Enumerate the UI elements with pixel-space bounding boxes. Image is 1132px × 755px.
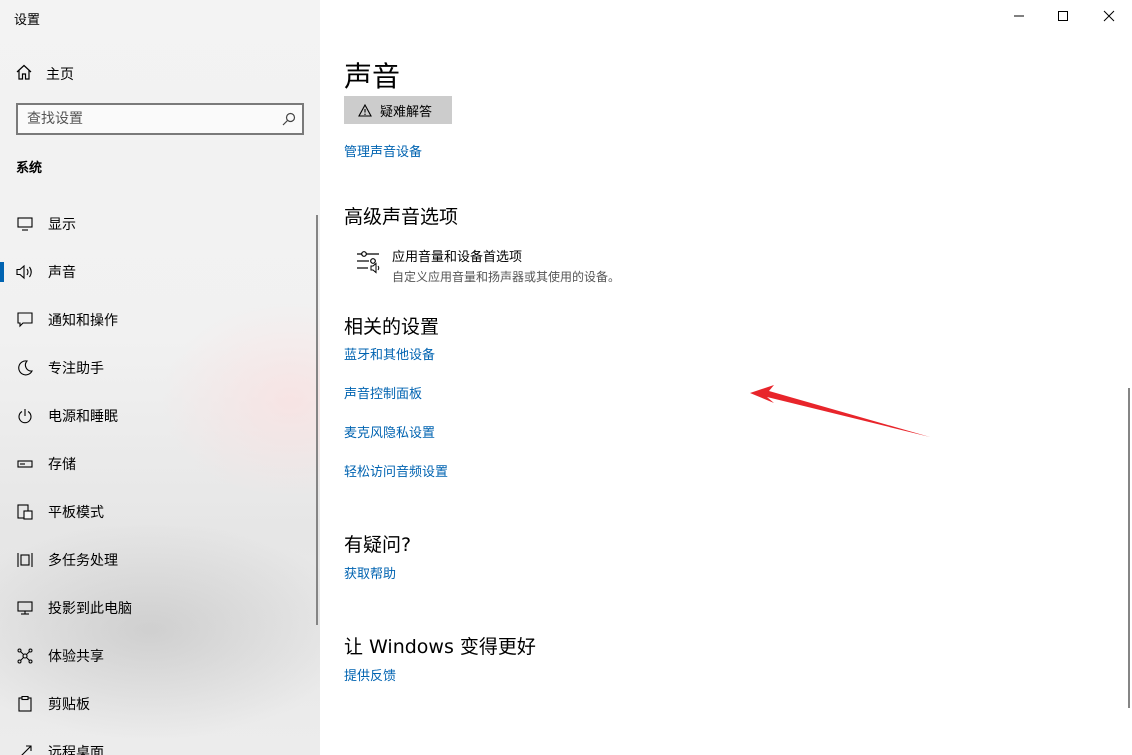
storage-icon — [16, 455, 34, 473]
sidebar: 设置 主页 系统 显示 声音 通知和操作 专注助手 电源和睡眠 存储 平板 — [0, 0, 320, 755]
sidebar-item-project[interactable]: 投影到此电脑 — [0, 584, 320, 632]
tablet-icon — [16, 503, 34, 521]
multitask-icon — [16, 551, 34, 569]
feedback-link[interactable]: 提供反馈 — [344, 665, 396, 684]
clipboard-icon — [16, 695, 34, 713]
sidebar-item-label: 电源和睡眠 — [48, 409, 118, 425]
moon-icon — [16, 359, 34, 377]
project-icon — [16, 599, 34, 617]
speaker-icon — [16, 263, 34, 281]
get-help-link[interactable]: 获取帮助 — [344, 563, 396, 582]
sidebar-item-label: 远程桌面 — [48, 745, 104, 755]
questions-heading: 有疑问? — [344, 534, 412, 556]
annotation-arrow — [750, 385, 930, 437]
close-icon — [1103, 10, 1115, 22]
related-settings-heading: 相关的设置 — [344, 316, 440, 338]
share-icon — [16, 647, 34, 665]
sidebar-item-label: 平板模式 — [48, 505, 104, 521]
ease-of-access-audio-link[interactable]: 轻松访问音频设置 — [344, 461, 448, 480]
monitor-icon — [16, 215, 34, 233]
maximize-icon — [1058, 11, 1068, 21]
mixer-icon — [356, 246, 382, 276]
sidebar-item-label: 投影到此电脑 — [48, 601, 132, 617]
sidebar-item-focus-assist[interactable]: 专注助手 — [0, 344, 320, 392]
sidebar-item-label: 剪贴板 — [48, 697, 90, 713]
sidebar-item-label: 体验共享 — [48, 649, 104, 665]
manage-sound-devices-link[interactable]: 管理声音设备 — [344, 141, 422, 160]
app-volume-option[interactable]: 应用音量和设备首选项 自定义应用音量和扬声器或其使用的设备。 — [356, 246, 620, 285]
option-description: 自定义应用音量和扬声器或其使用的设备。 — [392, 270, 621, 284]
sidebar-item-power[interactable]: 电源和睡眠 — [0, 392, 320, 440]
sound-control-panel-link[interactable]: 声音控制面板 — [344, 383, 422, 402]
warning-icon — [358, 103, 372, 117]
close-button[interactable] — [1086, 0, 1132, 32]
sidebar-item-multitasking[interactable]: 多任务处理 — [0, 536, 320, 584]
sidebar-item-label: 通知和操作 — [48, 313, 118, 329]
sidebar-item-notifications[interactable]: 通知和操作 — [0, 296, 320, 344]
home-nav[interactable]: 主页 — [16, 63, 74, 85]
sidebar-item-tablet[interactable]: 平板模式 — [0, 488, 320, 536]
page-title: 声音 — [344, 60, 401, 93]
search-input[interactable] — [18, 105, 276, 133]
sidebar-item-label: 声音 — [48, 265, 76, 281]
minimize-icon — [1014, 15, 1024, 17]
maximize-button[interactable] — [1040, 0, 1086, 32]
sidebar-scrollbar[interactable] — [316, 215, 318, 625]
sidebar-item-sound[interactable]: 声音 — [0, 248, 320, 296]
power-icon — [16, 407, 34, 425]
microphone-privacy-link[interactable]: 麦克风隐私设置 — [344, 422, 435, 441]
sidebar-item-storage[interactable]: 存储 — [0, 440, 320, 488]
sidebar-item-display[interactable]: 显示 — [0, 200, 320, 248]
section-label: 系统 — [16, 161, 43, 176]
sidebar-item-label: 显示 — [48, 217, 76, 233]
home-label: 主页 — [46, 67, 74, 83]
improve-heading: 让 Windows 变得更好 — [344, 636, 536, 658]
search-box[interactable] — [16, 103, 304, 135]
remote-desktop-icon — [16, 743, 34, 755]
option-title: 应用音量和设备首选项 — [392, 250, 523, 265]
sidebar-item-shared-experiences[interactable]: 体验共享 — [0, 632, 320, 680]
sidebar-item-remote-desktop[interactable]: 远程桌面 — [0, 728, 320, 755]
sidebar-item-label: 专注助手 — [48, 361, 104, 377]
home-icon — [16, 64, 46, 84]
search-icon[interactable] — [276, 112, 302, 126]
sidebar-item-label: 多任务处理 — [48, 553, 118, 569]
main-content: 声音 疑难解答 管理声音设备 高级声音选项 应用音量和设备首选项 自定义应用音量… — [320, 0, 1132, 755]
advanced-heading: 高级声音选项 — [344, 206, 459, 228]
notification-icon — [16, 311, 34, 329]
troubleshoot-label: 疑难解答 — [380, 104, 433, 120]
sidebar-item-label: 存储 — [48, 457, 76, 473]
troubleshoot-button[interactable]: 疑难解答 — [344, 96, 452, 124]
sidebar-item-clipboard[interactable]: 剪贴板 — [0, 680, 320, 728]
app-title: 设置 — [14, 13, 41, 28]
minimize-button[interactable] — [996, 0, 1042, 32]
bluetooth-link[interactable]: 蓝牙和其他设备 — [344, 344, 435, 363]
main-scrollbar[interactable] — [1128, 388, 1130, 708]
